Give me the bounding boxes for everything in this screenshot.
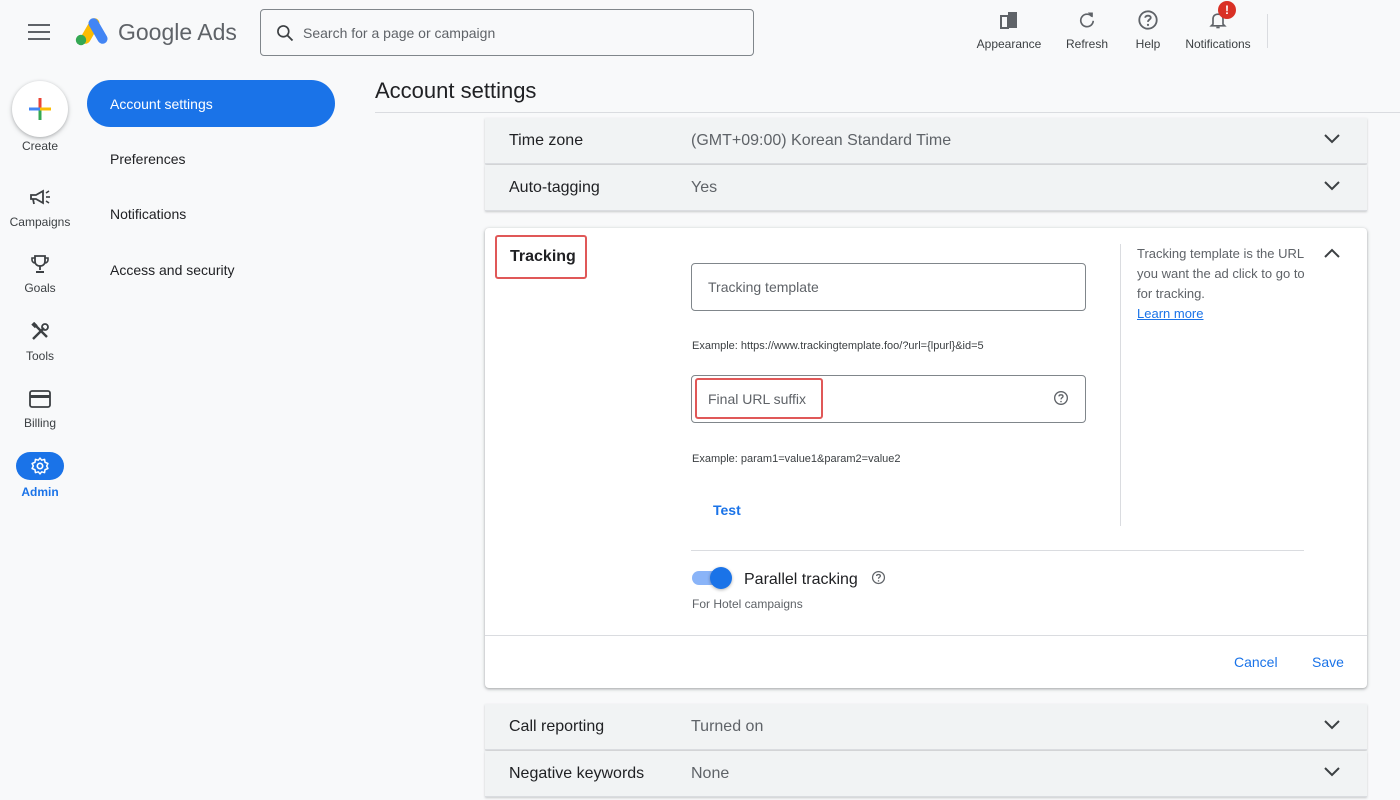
plus-icon (29, 98, 51, 120)
cancel-button[interactable]: Cancel (1234, 654, 1278, 670)
rail-item-goals[interactable]: Goals (0, 252, 80, 295)
final-url-suffix-example: Example: param1=value1&param2=value2 (692, 453, 901, 465)
setting-row-call-reporting[interactable]: Call reporting Turned on (485, 704, 1367, 750)
notifications-label: Notifications (1185, 37, 1251, 51)
help-icon (1138, 10, 1158, 30)
setting-value: (GMT+09:00) Korean Standard Time (691, 132, 952, 149)
parallel-tracking-subtext: For Hotel campaigns (692, 597, 803, 611)
search-bar[interactable]: Search for a page or campaign (260, 9, 754, 56)
search-input[interactable]: Search for a page or campaign (303, 25, 495, 41)
tracking-template-example: Example: https://www.trackingtemplate.fo… (692, 340, 984, 352)
main-menu-icon[interactable] (28, 24, 50, 40)
save-button[interactable]: Save (1312, 654, 1344, 670)
parallel-tracking-label: Parallel tracking (744, 571, 858, 588)
setting-label: Negative keywords (509, 765, 645, 782)
help-panel: Tracking template is the URL you want th… (1137, 244, 1315, 324)
google-ads-logo-icon (75, 18, 108, 46)
setting-label: Auto-tagging (509, 179, 600, 196)
help-circle-icon[interactable] (871, 570, 886, 585)
rail-item-tools[interactable]: Tools (0, 320, 80, 363)
appearance-icon (1000, 12, 1017, 29)
page-title: Account settings (375, 78, 537, 103)
gear-icon (31, 457, 49, 475)
tracking-template-input[interactable]: Tracking template (708, 279, 819, 295)
help-circle-icon[interactable] (1053, 390, 1069, 406)
megaphone-icon (30, 189, 50, 205)
learn-more-link[interactable]: Learn more (1137, 306, 1203, 321)
rail-label-campaigns: Campaigns (9, 215, 71, 229)
panel-footer-divider (485, 635, 1367, 636)
notifications-button[interactable]: ! Notifications (1178, 1, 1258, 51)
refresh-icon (1079, 12, 1095, 28)
tools-icon (31, 322, 49, 340)
toolbar-divider (1267, 14, 1268, 48)
tracking-panel: Tracking Tracking template Example: http… (485, 228, 1367, 688)
trophy-icon (31, 255, 49, 273)
setting-value: Yes (691, 179, 718, 196)
help-button[interactable]: Help (1128, 8, 1168, 51)
help-text: Tracking template is the URL you want th… (1137, 246, 1305, 301)
create-button[interactable] (12, 81, 68, 137)
top-bar: Google Ads Search for a page or campaign… (0, 0, 1400, 64)
nav-item-account-settings[interactable]: Account settings (87, 80, 335, 127)
create-label: Create (21, 139, 59, 153)
refresh-button[interactable]: Refresh (1062, 8, 1112, 51)
chevron-down-icon (1324, 720, 1340, 730)
final-url-suffix-field[interactable]: Final URL suffix (691, 375, 1086, 423)
chevron-down-icon (1324, 181, 1340, 191)
credit-card-icon (29, 390, 51, 408)
search-icon (277, 25, 294, 42)
refresh-label: Refresh (1065, 37, 1109, 51)
setting-value: None (691, 765, 730, 782)
tracking-template-field[interactable]: Tracking template (691, 263, 1086, 311)
setting-label: Call reporting (509, 718, 605, 735)
chevron-up-icon[interactable] (1323, 247, 1341, 259)
parallel-tracking-toggle[interactable] (692, 567, 732, 589)
help-divider (1120, 244, 1121, 526)
notifications-badge: ! (1218, 1, 1236, 19)
rail-label-billing: Billing (23, 416, 56, 430)
setting-value: Turned on (691, 718, 764, 735)
help-label: Help (1135, 37, 1161, 51)
rail-item-admin[interactable]: Admin (0, 452, 80, 499)
section-divider (691, 550, 1304, 551)
chevron-down-icon (1324, 767, 1340, 777)
rail-label-goals: Goals (24, 281, 56, 295)
appearance-label: Appearance (976, 37, 1042, 51)
rail-item-billing[interactable]: Billing (0, 387, 80, 430)
test-button[interactable]: Test (713, 502, 741, 518)
chevron-down-icon (1324, 134, 1340, 144)
nav-item-preferences[interactable]: Preferences (110, 151, 185, 167)
title-divider (375, 112, 1400, 113)
setting-row-negative-keywords[interactable]: Negative keywords None (485, 751, 1367, 797)
brand-name: Google Ads (118, 19, 237, 45)
setting-row-time-zone[interactable]: Time zone (GMT+09:00) Korean Standard Ti… (485, 118, 1367, 164)
nav-item-notifications[interactable]: Notifications (110, 206, 186, 222)
rail-label-tools: Tools (25, 349, 54, 363)
setting-label: Time zone (509, 132, 584, 149)
rail-item-campaigns[interactable]: Campaigns (0, 186, 80, 229)
final-url-suffix-input[interactable]: Final URL suffix (708, 391, 806, 407)
nav-item-access-and-security[interactable]: Access and security (110, 262, 235, 278)
rail-label-admin: Admin (21, 485, 59, 499)
toggle-knob (710, 567, 732, 589)
appearance-button[interactable]: Appearance (972, 8, 1046, 51)
tracking-title: Tracking (495, 235, 587, 279)
setting-row-auto-tagging[interactable]: Auto-tagging Yes (485, 165, 1367, 211)
